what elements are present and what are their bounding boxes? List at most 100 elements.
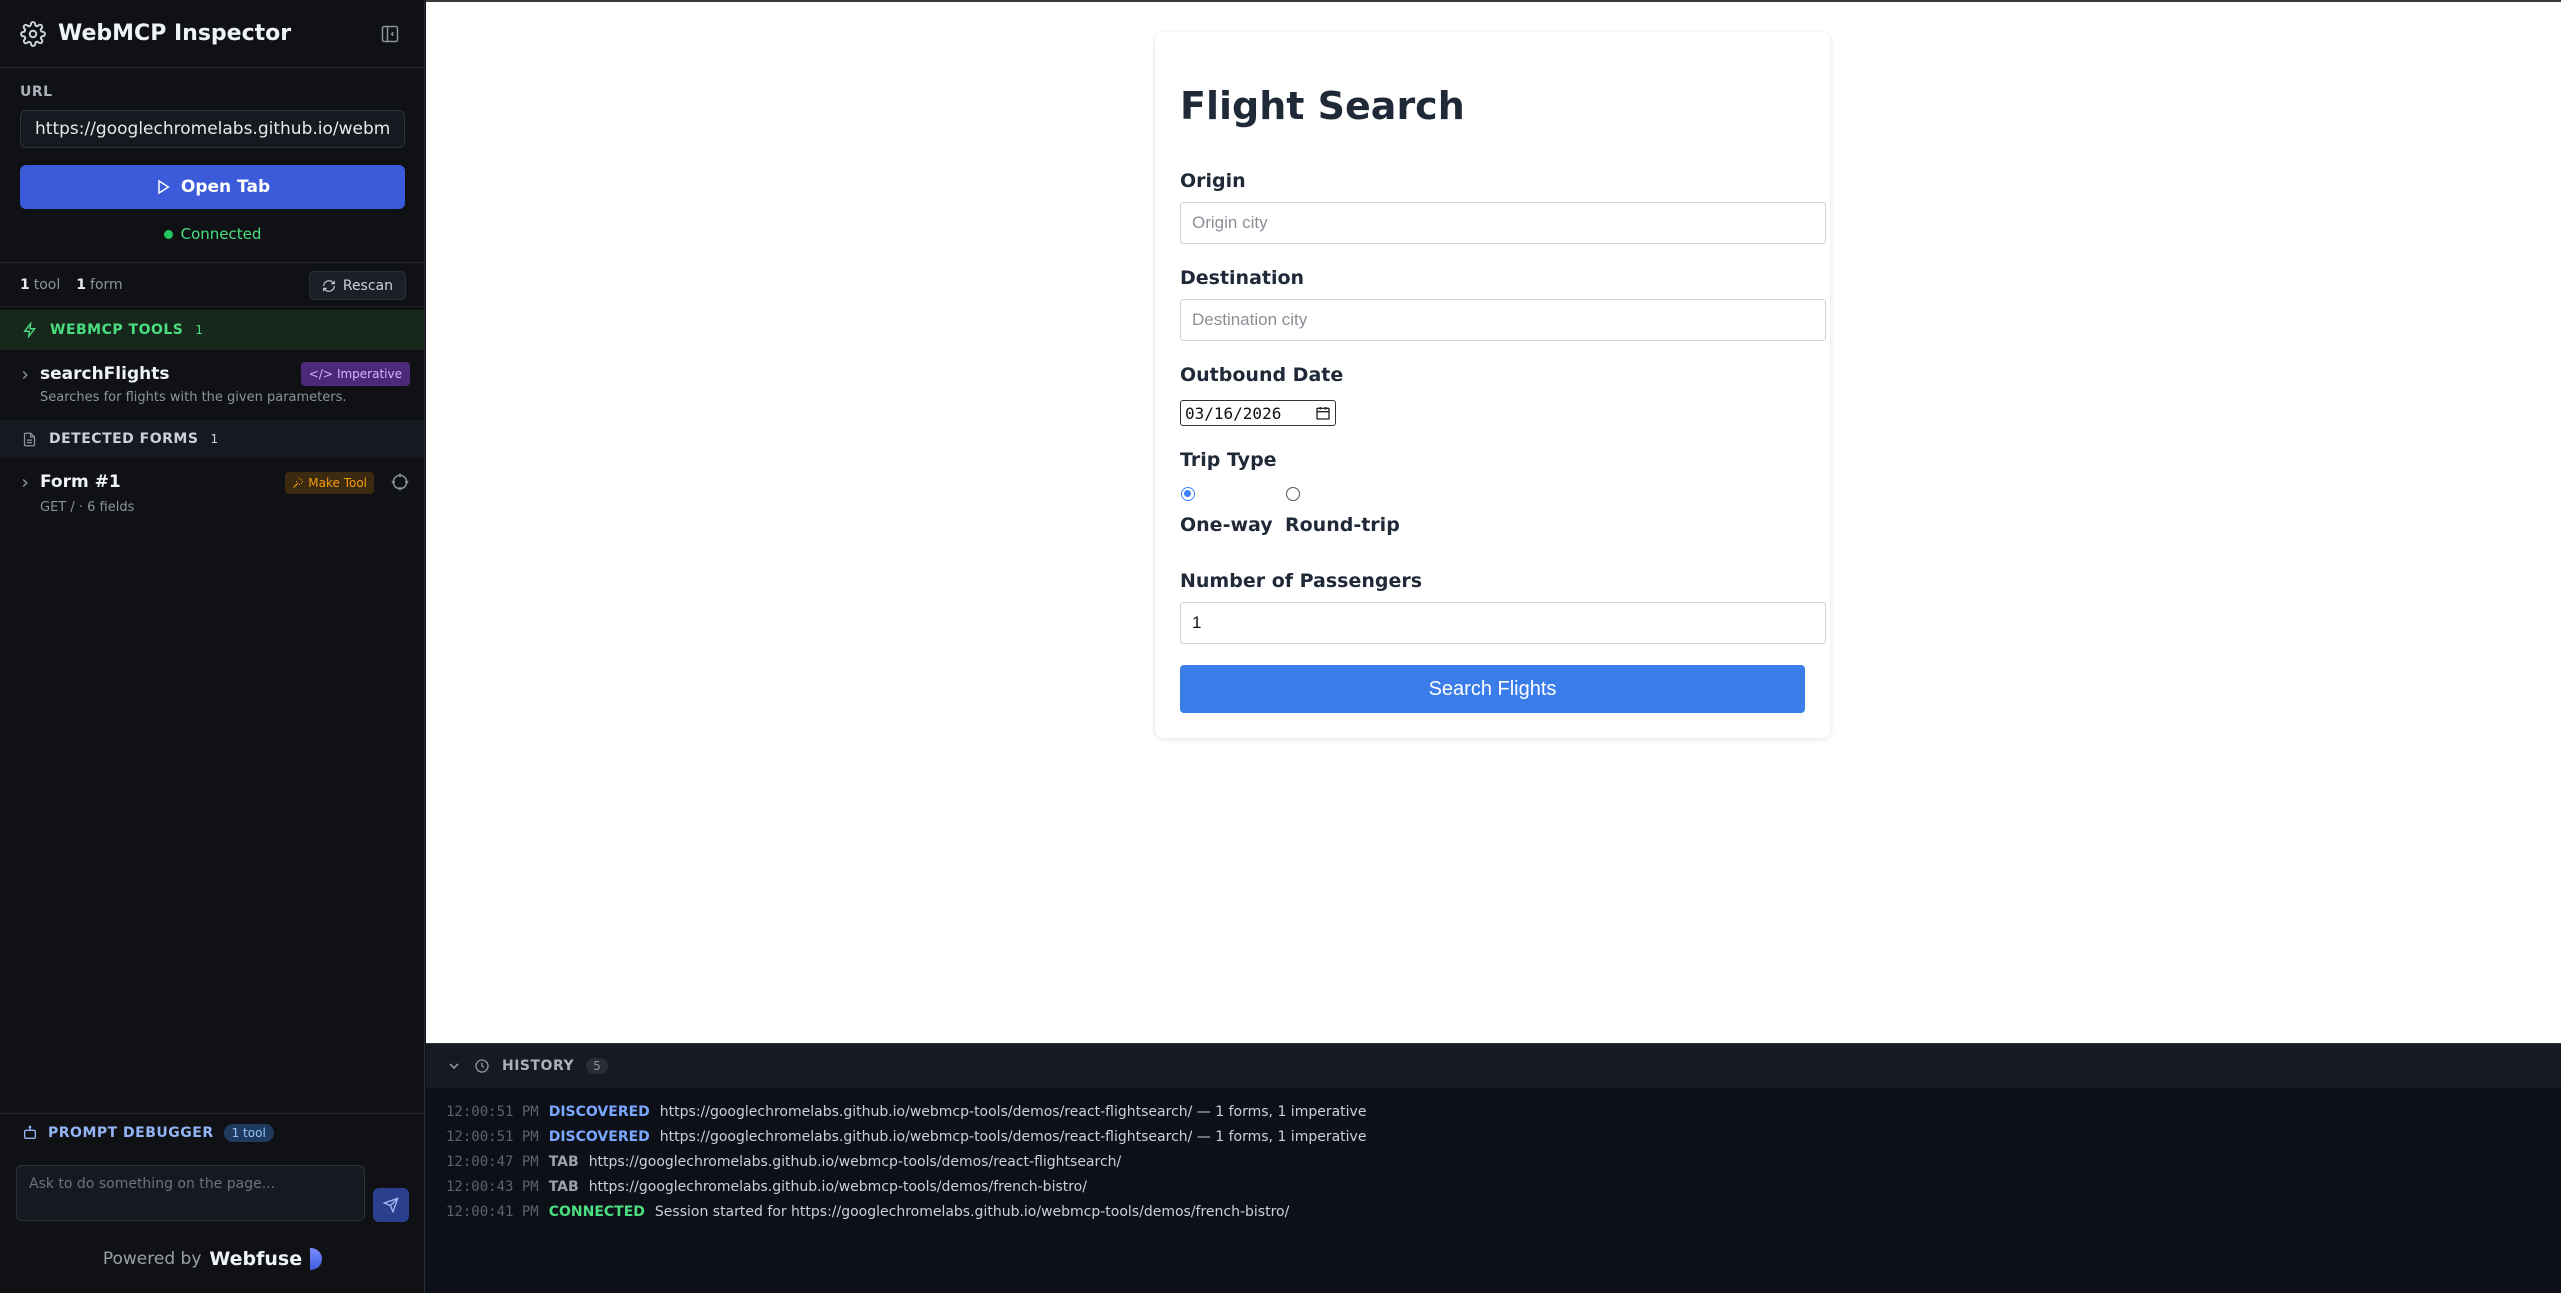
history-list: 12:00:51 PM DISCOVERED https://googlechr… bbox=[446, 1099, 1366, 1224]
page-viewport: Flight Search Origin Destination Outboun… bbox=[426, 0, 2561, 1043]
calendar-icon[interactable] bbox=[1315, 405, 1331, 421]
open-tab-button[interactable]: Open Tab bbox=[20, 165, 405, 209]
tools-section-count: 1 bbox=[195, 323, 204, 337]
history-kind: TAB bbox=[548, 1153, 579, 1170]
history-message: https://googlechromelabs.github.io/webmc… bbox=[588, 1178, 1087, 1195]
webmcp-tools-section[interactable]: WEBMCP TOOLS 1 bbox=[0, 310, 424, 350]
passengers-label: Number of Passengers bbox=[1180, 570, 1423, 592]
chevron-down-icon[interactable] bbox=[446, 1058, 462, 1074]
history-header[interactable]: HISTORY 5 bbox=[426, 1043, 2561, 1088]
refresh-icon bbox=[323, 279, 335, 292]
prompt-debugger-section[interactable]: PROMPT DEBUGGER 1 tool bbox=[0, 1113, 424, 1151]
gear-icon bbox=[20, 20, 46, 47]
crosshair-icon[interactable] bbox=[390, 472, 410, 492]
round-trip-label[interactable]: Round-trip bbox=[1285, 514, 1400, 536]
form-count-word: form bbox=[90, 276, 123, 293]
app-title: WebMCP Inspector bbox=[58, 21, 292, 46]
history-row: 12:00:51 PM DISCOVERED https://googlechr… bbox=[446, 1124, 1366, 1149]
counts-bar: 1 tool 1 form Rescan bbox=[0, 262, 424, 307]
history-message: Session started for https://googlechrome… bbox=[654, 1203, 1290, 1220]
destination-label: Destination bbox=[1180, 267, 1305, 289]
history-message: https://googlechromelabs.github.io/webmc… bbox=[659, 1128, 1367, 1145]
imperative-badge-label: Imperative bbox=[336, 367, 402, 381]
url-label: URL bbox=[20, 84, 53, 100]
tool-item-searchflights[interactable]: searchFlights Searches for flights with … bbox=[0, 352, 424, 410]
date-value: 03/16/2026 bbox=[1185, 403, 1282, 423]
open-tab-label: Open Tab bbox=[180, 177, 271, 197]
destination-input[interactable] bbox=[1180, 299, 1826, 341]
tool-count: 1 bbox=[20, 276, 30, 293]
history-kind: TAB bbox=[548, 1178, 579, 1195]
tool-description: Searches for flights with the given para… bbox=[40, 390, 347, 405]
bot-icon bbox=[24, 1125, 36, 1139]
origin-input[interactable] bbox=[1180, 202, 1826, 244]
history-row: 12:00:41 PM CONNECTED Session started fo… bbox=[446, 1199, 1366, 1224]
radio-one-way[interactable] bbox=[1181, 487, 1195, 501]
tool-count-word: tool bbox=[33, 276, 61, 293]
status-text: Connected bbox=[180, 225, 262, 243]
status-dot bbox=[163, 229, 173, 239]
connection-status: Connected bbox=[0, 225, 425, 243]
powered-by-text: Powered by bbox=[102, 1249, 202, 1269]
forms-section-count: 1 bbox=[210, 432, 219, 446]
detected-forms-section[interactable]: DETECTED FORMS 1 bbox=[0, 420, 424, 458]
radio-round-trip[interactable] bbox=[1286, 487, 1300, 501]
make-tool-button[interactable]: Make Tool bbox=[285, 472, 374, 494]
tool-name: searchFlights bbox=[40, 364, 170, 384]
prompt-debugger-title: PROMPT DEBUGGER bbox=[48, 1124, 214, 1141]
history-panel: HISTORY 5 12:00:51 PM DISCOVERED https:/… bbox=[426, 1043, 2561, 1293]
send-icon bbox=[383, 1197, 399, 1213]
chevron-right-icon[interactable] bbox=[18, 368, 32, 382]
history-time: 12:00:51 PM bbox=[446, 1128, 539, 1145]
document-icon bbox=[23, 432, 36, 446]
forms-section-title: DETECTED FORMS bbox=[49, 431, 199, 447]
rescan-button[interactable]: Rescan bbox=[308, 271, 406, 300]
history-count: 5 bbox=[586, 1058, 608, 1074]
history-kind: CONNECTED bbox=[548, 1203, 645, 1220]
history-time: 12:00:43 PM bbox=[446, 1178, 539, 1195]
webfuse-logo-icon bbox=[310, 1248, 323, 1270]
page-title: Flight Search bbox=[1180, 84, 1465, 128]
passengers-input[interactable] bbox=[1180, 602, 1826, 644]
wand-icon bbox=[293, 478, 304, 488]
brand-name[interactable]: Webfuse bbox=[209, 1248, 302, 1270]
sidebar-header: WebMCP Inspector bbox=[0, 0, 424, 68]
rescan-label: Rescan bbox=[342, 277, 393, 294]
history-row: 12:00:47 PM TAB https://googlechromelabs… bbox=[446, 1149, 1366, 1174]
play-icon bbox=[158, 179, 170, 195]
form-name: Form #1 bbox=[40, 472, 121, 492]
history-row: 12:00:43 PM TAB https://googlechromelabs… bbox=[446, 1174, 1366, 1199]
make-tool-label: Make Tool bbox=[308, 476, 367, 490]
outbound-date-input[interactable]: 03/16/2026 bbox=[1180, 400, 1336, 426]
form-meta: GET / · 6 fields bbox=[40, 500, 135, 515]
send-button[interactable] bbox=[373, 1188, 409, 1222]
imperative-badge: </> Imperative bbox=[300, 362, 410, 386]
flight-search-card: Flight Search Origin Destination Outboun… bbox=[1155, 32, 1830, 738]
trip-type-label: Trip Type bbox=[1180, 449, 1277, 471]
lightning-icon bbox=[23, 322, 36, 338]
tools-section-title: WEBMCP TOOLS bbox=[50, 322, 184, 338]
code-icon: </> bbox=[308, 367, 333, 381]
history-title: HISTORY bbox=[502, 1058, 575, 1074]
history-kind: DISCOVERED bbox=[548, 1128, 650, 1145]
outbound-date-label: Outbound Date bbox=[1180, 364, 1344, 386]
history-time: 12:00:41 PM bbox=[446, 1203, 539, 1220]
origin-label: Origin bbox=[1180, 170, 1246, 192]
history-row: 12:00:51 PM DISCOVERED https://googlechr… bbox=[446, 1099, 1366, 1124]
powered-by: Powered by Webfuse bbox=[0, 1248, 425, 1270]
one-way-label[interactable]: One-way bbox=[1180, 514, 1273, 536]
chevron-right-icon[interactable] bbox=[18, 476, 32, 490]
history-message: https://googlechromelabs.github.io/webmc… bbox=[659, 1103, 1367, 1120]
search-flights-button[interactable]: Search Flights bbox=[1180, 665, 1805, 713]
history-time: 12:00:51 PM bbox=[446, 1103, 539, 1120]
history-time: 12:00:47 PM bbox=[446, 1153, 539, 1170]
url-input[interactable] bbox=[20, 110, 405, 148]
history-message: https://googlechromelabs.github.io/webmc… bbox=[588, 1153, 1122, 1170]
history-kind: DISCOVERED bbox=[548, 1103, 650, 1120]
prompt-tool-badge: 1 tool bbox=[223, 1123, 274, 1142]
form-item-1[interactable]: Form #1 GET / · 6 fields Make Tool bbox=[0, 462, 424, 520]
prompt-input[interactable] bbox=[16, 1165, 365, 1221]
clock-icon bbox=[475, 1059, 489, 1073]
sidebar-collapse-icon[interactable] bbox=[380, 24, 400, 44]
form-count: 1 bbox=[76, 276, 87, 293]
